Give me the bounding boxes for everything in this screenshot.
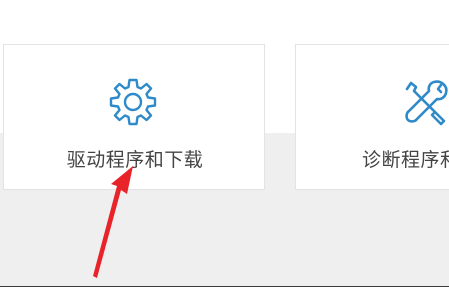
drivers-and-downloads-card[interactable]: 驱动程序和下载 — [3, 44, 265, 190]
drivers-and-downloads-label: 驱动程序和下载 — [66, 149, 204, 171]
support-page: 驱动程序和下载 诊断程序和 — [0, 0, 449, 301]
tools-icon — [405, 80, 448, 126]
diagnostics-card[interactable]: 诊断程序和 — [295, 44, 449, 190]
diagnostics-label: 诊断程序和 — [362, 149, 449, 171]
gear-icon — [109, 78, 157, 126]
bottom-panel — [0, 287, 449, 301]
